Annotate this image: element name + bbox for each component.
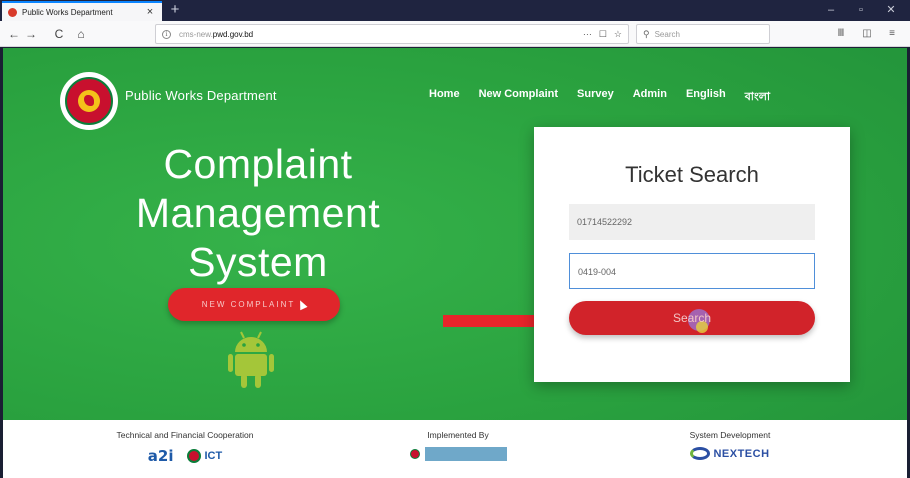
ict-seal-icon: [187, 449, 202, 463]
nav-bangla[interactable]: বাংলা: [745, 88, 770, 107]
close-window-icon[interactable]: ✕: [878, 2, 904, 18]
ticket-search-button[interactable]: Search: [569, 301, 815, 335]
web-page: Public Works Department Home New Complai…: [3, 48, 907, 478]
tab-close-icon[interactable]: ×: [144, 6, 156, 18]
nav-survey[interactable]: Survey: [577, 88, 614, 107]
maximize-icon[interactable]: ▫: [848, 2, 874, 18]
site-favicon-icon: [8, 7, 17, 17]
page-actions-icon[interactable]: ···: [583, 29, 592, 40]
phone-number-input[interactable]: 01714522292: [569, 204, 815, 240]
seal-map-icon: [78, 90, 100, 112]
nav-english[interactable]: English: [686, 88, 726, 107]
implemented-heading: Implemented By: [427, 430, 489, 440]
ict-division-logo[interactable]: ICT: [187, 449, 222, 463]
browser-tab-active[interactable]: Public Works Department ×: [2, 1, 162, 21]
reload-icon[interactable]: C: [50, 25, 68, 43]
new-tab-button[interactable]: +: [166, 1, 184, 20]
ticket-search-card: Ticket Search 01714522292 0419-004 Searc…: [534, 127, 850, 382]
nav-admin[interactable]: Admin: [633, 88, 667, 107]
sponsor-footer: Technical and Financial Cooperation a2i …: [3, 420, 907, 478]
site-info-icon[interactable]: i: [162, 29, 171, 39]
hero-title-line-1: Complaint: [163, 141, 353, 187]
hero-title-line-3: System: [188, 239, 328, 285]
hero-title-line-2: Management: [135, 190, 381, 236]
search-button-label: Search: [672, 311, 712, 325]
search-placeholder: Search: [654, 29, 680, 39]
new-complaint-label: NEW COMPLAINT: [201, 300, 296, 309]
home-icon[interactable]: ⌂: [72, 25, 90, 43]
sidebar-icon[interactable]: ◫: [858, 25, 876, 43]
government-seal-logo[interactable]: [60, 72, 118, 130]
library-icon[interactable]: Ⅲ: [832, 25, 850, 43]
pwd-logo[interactable]: [409, 447, 507, 461]
ticket-number-input[interactable]: 0419-004: [569, 253, 815, 289]
site-navigation: Home New Complaint Survey Admin English …: [429, 88, 770, 107]
menu-icon[interactable]: ≡: [883, 25, 901, 43]
implemented-logos: [403, 447, 513, 461]
pocket-icon[interactable]: ☐: [599, 29, 607, 40]
nav-new-complaint[interactable]: New Complaint: [479, 88, 558, 107]
minimize-icon[interactable]: –: [818, 2, 844, 18]
cooperation-section: Technical and Financial Cooperation a2i …: [95, 430, 275, 465]
development-section: System Development NEXTECH: [665, 430, 795, 460]
nav-home[interactable]: Home: [429, 88, 460, 107]
bookmark-star-icon[interactable]: ☆: [614, 29, 622, 40]
pwd-banner-logo: [424, 447, 507, 461]
address-bar[interactable]: i cms-new. pwd.gov.bd ··· ☐ ☆: [155, 24, 629, 44]
browser-toolbar: ← → C ⌂ i cms-new. pwd.gov.bd ··· ☐ ☆ ⚲ …: [0, 21, 910, 47]
nextech-logo[interactable]: NEXTECH: [690, 447, 769, 460]
browser-search-box[interactable]: ⚲ Search: [636, 24, 770, 44]
nextech-swoosh-icon: [690, 447, 711, 460]
nextech-logo-text: NEXTECH: [713, 447, 770, 460]
url-prefix: cms-new.: [179, 29, 213, 39]
tab-title: Public Works Department: [22, 7, 113, 17]
cooperation-heading: Technical and Financial Cooperation: [116, 430, 254, 440]
development-heading: System Development: [689, 430, 771, 440]
url-domain: pwd.gov.bd: [212, 29, 254, 39]
seal-ring: [65, 77, 113, 125]
forward-icon[interactable]: →: [22, 25, 40, 43]
a2i-logo[interactable]: a2i: [148, 447, 174, 465]
browser-tab-bar: Public Works Department × + – ▫ ✕: [0, 0, 910, 21]
ict-logo-text: ICT: [204, 450, 223, 462]
search-icon: ⚲: [643, 28, 650, 39]
ticket-search-title: Ticket Search: [625, 162, 759, 187]
mouse-cursor-icon: [296, 299, 308, 311]
development-logos: NEXTECH: [665, 447, 795, 460]
back-icon[interactable]: ←: [5, 25, 23, 43]
cooperation-logos: a2i ICT: [95, 447, 275, 465]
implemented-section: Implemented By: [403, 430, 513, 461]
android-app-icon[interactable]: [228, 330, 274, 390]
url-actions: ··· ☐ ☆: [583, 29, 622, 40]
hero-title: Complaint Management System: [93, 140, 423, 287]
new-complaint-button[interactable]: NEW COMPLAINT: [168, 288, 340, 321]
site-brand[interactable]: Public Works Department: [125, 88, 277, 103]
pwd-seal-icon: [409, 449, 420, 459]
